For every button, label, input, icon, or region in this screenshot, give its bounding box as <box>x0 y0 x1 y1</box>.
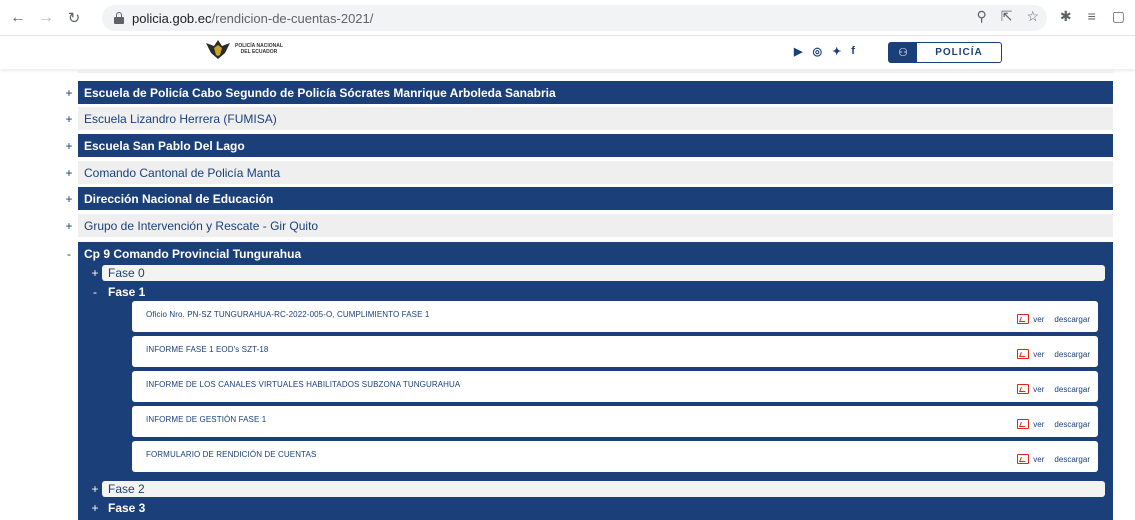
document-row: INFORME DE LOS CANALES VIRTUALES HABILIT… <box>132 371 1098 402</box>
expanded-accordion-item: Cp 9 Comando Provincial Tungurahua + Fas… <box>78 242 1113 520</box>
expanded-title[interactable]: Cp 9 Comando Provincial Tungurahua <box>84 247 301 261</box>
accordion-title[interactable]: Escuela de Policía Cabo Segundo de Polic… <box>78 81 1113 104</box>
accordion-title[interactable]: Grupo de Intervención y Rescate - Gir Qu… <box>78 214 1113 237</box>
fase-item[interactable]: + Fase 3 <box>88 500 145 516</box>
expand-sign[interactable]: + <box>60 166 78 180</box>
pdf-icon <box>1017 314 1030 324</box>
document-row: INFORME DE GESTIÓN FASE 1 ver descargar <box>132 406 1098 437</box>
officer-icon: ⚇ <box>889 43 917 62</box>
back-arrow-icon[interactable]: ← <box>6 6 30 30</box>
document-name: INFORME DE GESTIÓN FASE 1 <box>146 415 267 424</box>
browser-toolbar: ← → ↻ policia.gob.ec/rendicion-de-cuenta… <box>0 0 1135 36</box>
rendicion-content: + Escuela de Policía Cabo Segundo de Pol… <box>0 69 1135 520</box>
document-row: INFORME FASE 1 EOD's SZT-18 ver descargar <box>132 336 1098 367</box>
document-row: Oficio Nro. PN-SZ TUNGURAHUA-RC-2022-005… <box>132 301 1098 332</box>
pdf-icon <box>1017 454 1030 464</box>
fase-sign[interactable]: - <box>88 285 102 299</box>
accordion-item[interactable]: + Escuela Lizandro Herrera (FUMISA) <box>60 107 1113 130</box>
expand-sign[interactable]: + <box>60 219 78 233</box>
descargar-link[interactable]: descargar <box>1054 385 1090 394</box>
collapse-sign[interactable]: - <box>60 247 78 261</box>
site-logo[interactable]: POLICÍA NACIONAL DEL ECUADOR <box>205 37 283 61</box>
logo-line2: DEL ECUADOR <box>240 49 278 55</box>
pdf-icon <box>1017 419 1030 429</box>
fase-item[interactable]: - Fase 1 <box>88 284 145 300</box>
fase-label[interactable]: Fase 2 <box>102 481 1105 497</box>
ver-link[interactable]: ver <box>1033 420 1044 429</box>
fase-item[interactable]: + Fase 0 <box>88 265 1105 281</box>
fase-sign[interactable]: + <box>88 266 102 280</box>
document-row: FORMULARIO DE RENDICIÓN DE CUENTAS ver de… <box>132 441 1098 472</box>
pdf-icon <box>1017 384 1030 394</box>
accordion-item[interactable]: + Comando Cantonal de Policía Manta <box>60 161 1113 184</box>
extensions-icon[interactable]: ✱ <box>1060 8 1072 25</box>
descargar-link[interactable]: descargar <box>1054 455 1090 464</box>
partial-accordion-item <box>78 69 1113 73</box>
reload-icon[interactable]: ↻ <box>62 6 86 30</box>
youtube-icon[interactable]: ▶ <box>794 45 802 58</box>
expand-sign[interactable]: + <box>60 139 78 153</box>
bookmark-star-icon[interactable]: ☆ <box>1026 8 1039 25</box>
facebook-icon[interactable]: f <box>851 45 855 58</box>
accordion-title[interactable]: Escuela San Pablo Del Lago <box>78 134 1113 157</box>
social-links: ▶ ◎ ✦ f <box>794 45 855 58</box>
twitter-icon[interactable]: ✦ <box>832 45 841 58</box>
address-bar[interactable]: policia.gob.ec/rendicion-de-cuentas-2021… <box>102 5 1047 31</box>
share-icon[interactable]: ⇱ <box>1001 8 1013 25</box>
ver-link[interactable]: ver <box>1033 350 1044 359</box>
document-name: FORMULARIO DE RENDICIÓN DE CUENTAS <box>146 450 317 459</box>
ver-link[interactable]: ver <box>1033 385 1044 394</box>
url-text[interactable]: policia.gob.ec/rendicion-de-cuentas-2021… <box>132 11 373 26</box>
accordion-item[interactable]: + Escuela San Pablo Del Lago <box>60 134 1113 157</box>
fase-item[interactable]: + Fase 2 <box>88 481 1105 497</box>
expand-sign[interactable]: + <box>60 112 78 126</box>
lock-icon[interactable] <box>114 12 124 24</box>
document-name: INFORME DE LOS CANALES VIRTUALES HABILIT… <box>146 380 461 389</box>
fase-label[interactable]: Fase 1 <box>102 284 145 300</box>
fase-label[interactable]: Fase 0 <box>102 265 1105 281</box>
document-name: INFORME FASE 1 EOD's SZT-18 <box>146 345 269 354</box>
document-name: Oficio Nro. PN-SZ TUNGURAHUA-RC-2022-005… <box>146 310 430 319</box>
fase-sign[interactable]: + <box>88 482 102 496</box>
expand-sign[interactable]: + <box>60 192 78 206</box>
fase-label[interactable]: Fase 3 <box>102 500 145 516</box>
pdf-icon <box>1017 349 1030 359</box>
fase-sign[interactable]: + <box>88 501 102 515</box>
policia-button[interactable]: ⚇ POLICÍA <box>888 42 1002 63</box>
descargar-link[interactable]: descargar <box>1054 315 1090 324</box>
accordion-title[interactable]: Escuela Lizandro Herrera (FUMISA) <box>78 107 1113 130</box>
descargar-link[interactable]: descargar <box>1054 350 1090 359</box>
ver-link[interactable]: ver <box>1033 455 1044 464</box>
ver-link[interactable]: ver <box>1033 315 1044 324</box>
police-emblem-icon <box>206 40 230 59</box>
accordion-item[interactable]: + Grupo de Intervención y Rescate - Gir … <box>60 214 1113 237</box>
instagram-icon[interactable]: ◎ <box>812 45 822 58</box>
site-header: POLICÍA NACIONAL DEL ECUADOR ▶ ◎ ✦ f ⚇ P… <box>0 37 1135 69</box>
zoom-icon[interactable]: ⚲ <box>976 8 986 25</box>
forward-arrow-icon[interactable]: → <box>34 6 58 30</box>
accordion-title[interactable]: Dirección Nacional de Educación <box>78 187 1113 210</box>
policia-button-label: POLICÍA <box>935 47 983 58</box>
accordion-item[interactable]: + Escuela de Policía Cabo Segundo de Pol… <box>60 81 1113 104</box>
descargar-link[interactable]: descargar <box>1054 420 1090 429</box>
expand-sign[interactable]: + <box>60 86 78 100</box>
accordion-title[interactable]: Comando Cantonal de Policía Manta <box>78 161 1113 184</box>
accordion-item[interactable]: + Dirección Nacional de Educación <box>60 187 1113 210</box>
side-panel-icon[interactable]: ▢ <box>1112 8 1125 25</box>
reading-list-icon[interactable]: ≡ <box>1088 8 1096 25</box>
